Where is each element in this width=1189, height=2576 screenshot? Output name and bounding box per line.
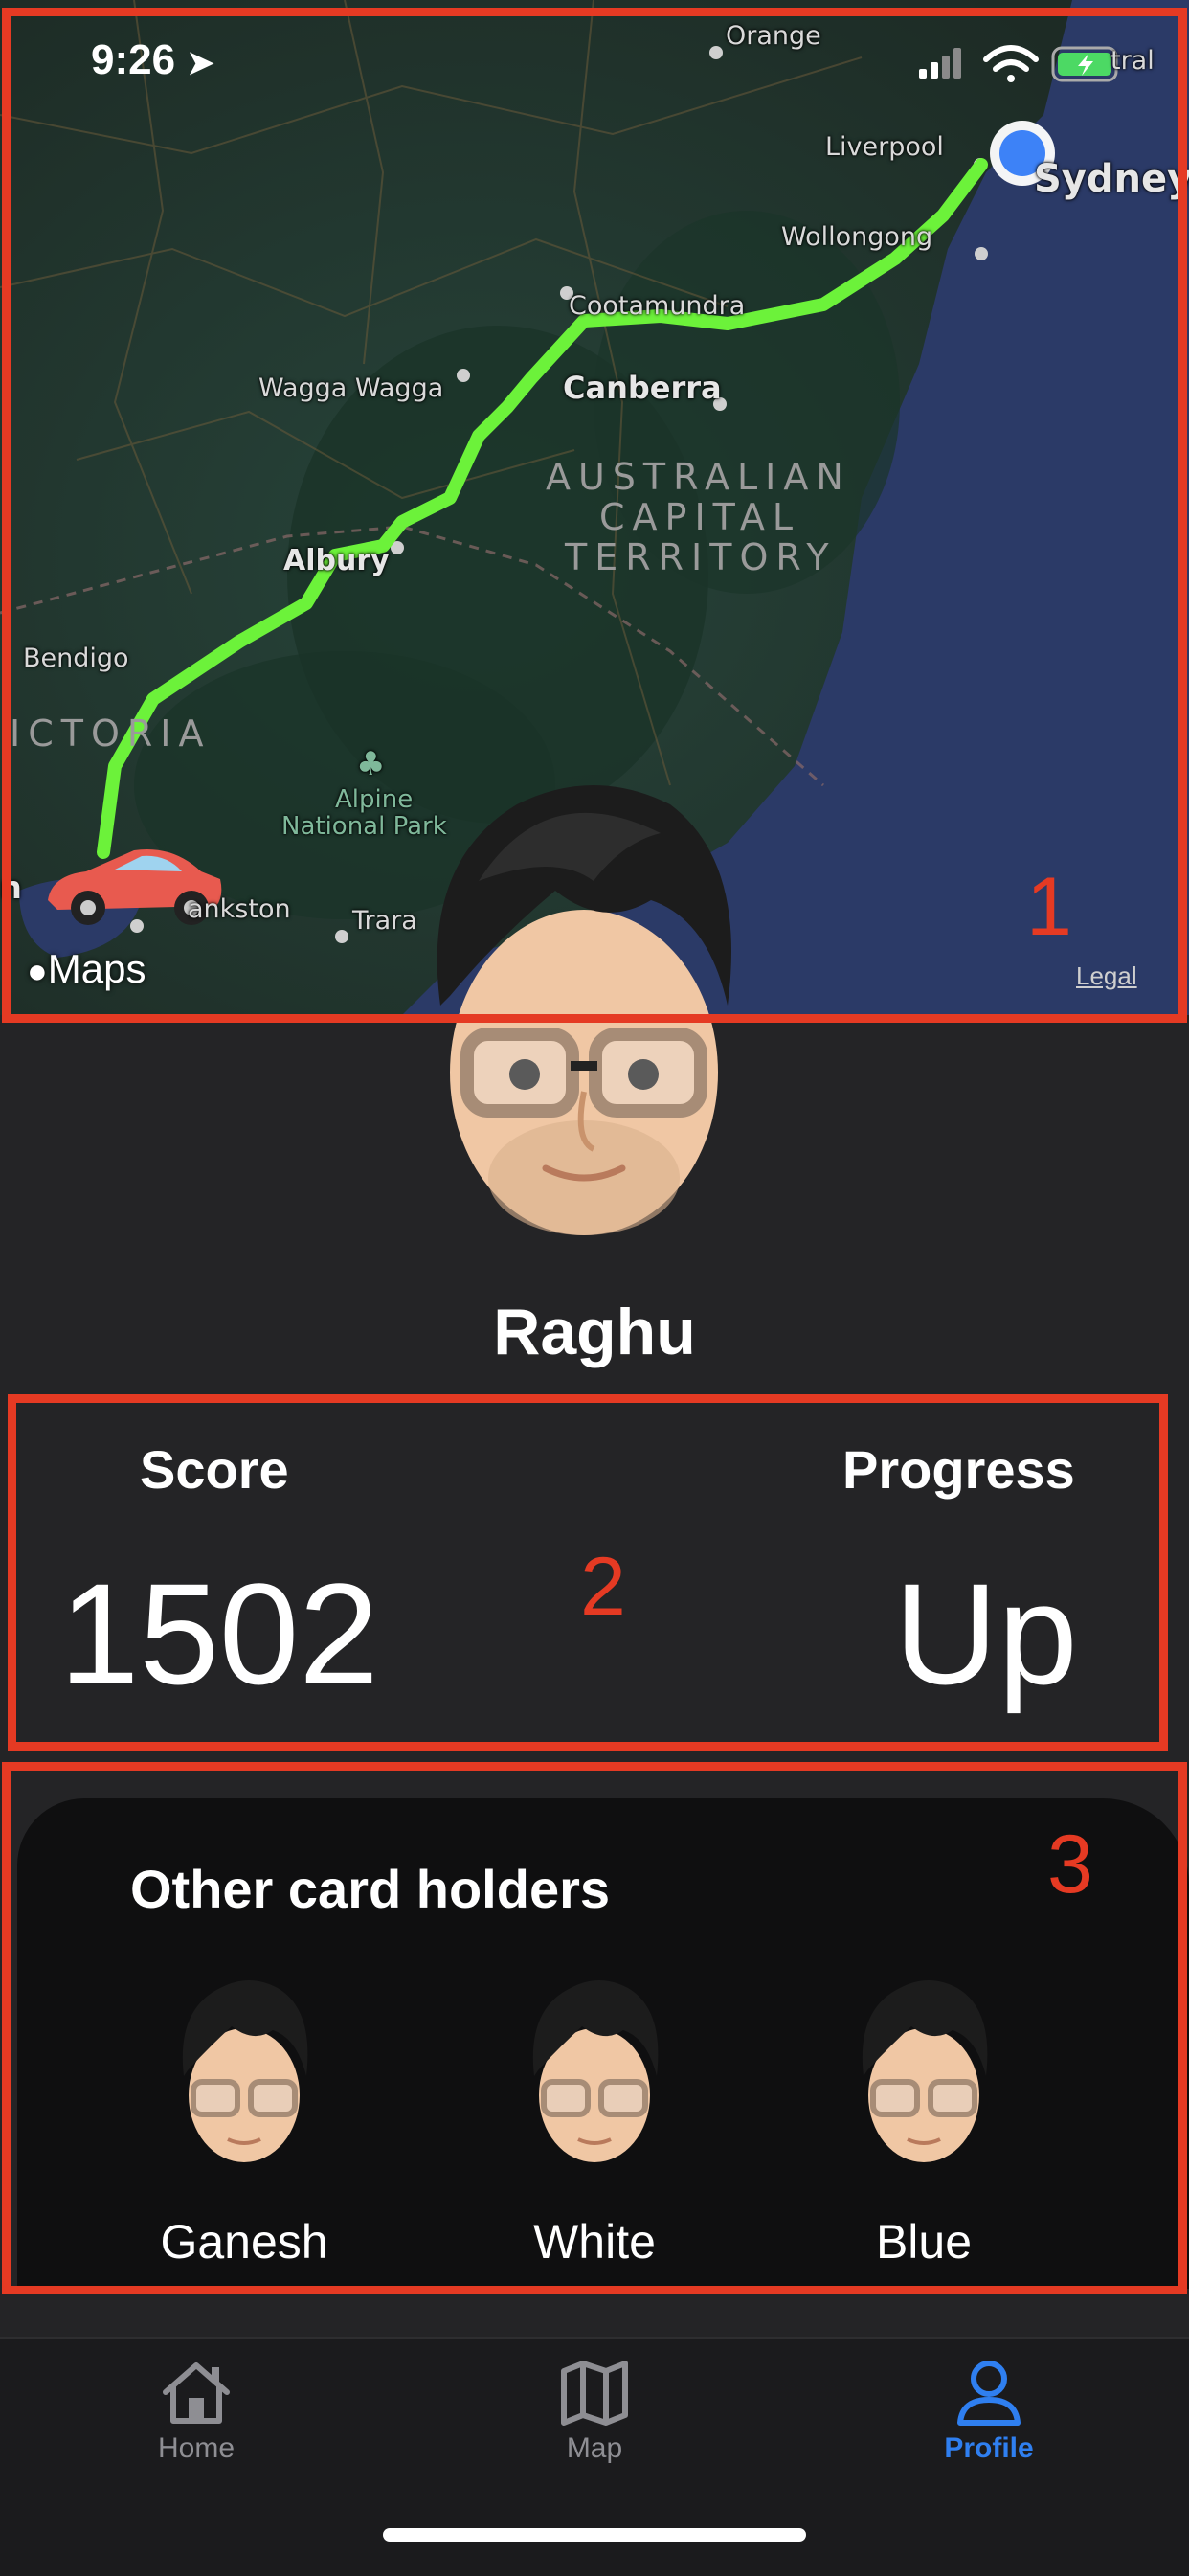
annotation-box-3 <box>2 1762 1187 2294</box>
tab-home[interactable]: Home <box>101 2358 292 2465</box>
tab-label: Home <box>157 2432 236 2464</box>
tab-label: Map <box>566 2432 623 2464</box>
tab-label: Profile <box>944 2432 1034 2464</box>
house-icon <box>163 2362 230 2424</box>
map-icon <box>561 2361 628 2426</box>
tab-profile[interactable]: Profile <box>893 2358 1085 2465</box>
profile-name: Raghu <box>493 1296 696 1368</box>
tab-map[interactable]: Map <box>499 2358 690 2465</box>
annotation-number: 2 <box>580 1541 626 1633</box>
person-icon <box>957 2361 1021 2426</box>
annotation-box-1 <box>2 8 1187 1023</box>
annotation-number: 1 <box>1026 861 1072 953</box>
annotation-number: 3 <box>1047 1819 1093 1910</box>
home-indicator <box>383 2528 806 2542</box>
